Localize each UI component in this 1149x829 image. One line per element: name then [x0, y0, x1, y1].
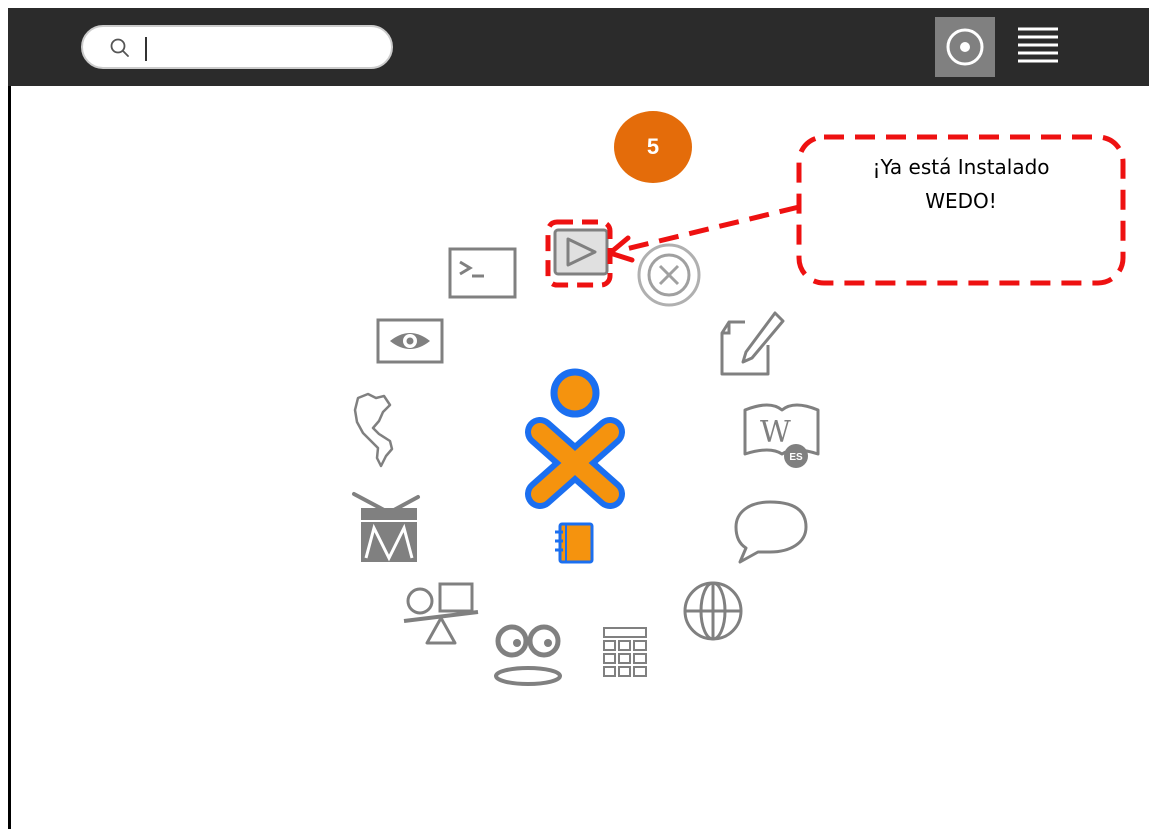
top-toolbar	[8, 8, 1149, 86]
browse-activity-icon[interactable]	[683, 581, 743, 641]
wikipedia-badge: ES	[789, 452, 803, 463]
terminal-activity-icon[interactable]	[448, 247, 517, 299]
journal-icon[interactable]	[555, 522, 594, 564]
stop-activity-icon[interactable]	[637, 243, 701, 307]
search-icon	[110, 38, 129, 57]
eye-activity-icon[interactable]	[376, 318, 444, 364]
home-view-icon	[946, 28, 984, 66]
wedo-activity-icon[interactable]	[553, 228, 609, 276]
search-box[interactable]	[81, 25, 393, 69]
callout-line-1: ¡Ya está Instalado	[872, 155, 1050, 179]
callout-text: ¡Ya está Instalado WEDO!	[802, 150, 1120, 218]
svg-text:W: W	[760, 415, 791, 450]
callout-line-2: WEDO!	[925, 189, 997, 213]
home-view-button[interactable]	[935, 17, 995, 77]
text-cursor	[145, 37, 147, 61]
step-number-badge: 5	[614, 111, 692, 183]
search-input[interactable]	[135, 33, 379, 65]
list-view-icon	[1018, 27, 1058, 63]
list-view-button[interactable]	[1013, 22, 1063, 72]
desktop-frame	[8, 8, 1149, 829]
